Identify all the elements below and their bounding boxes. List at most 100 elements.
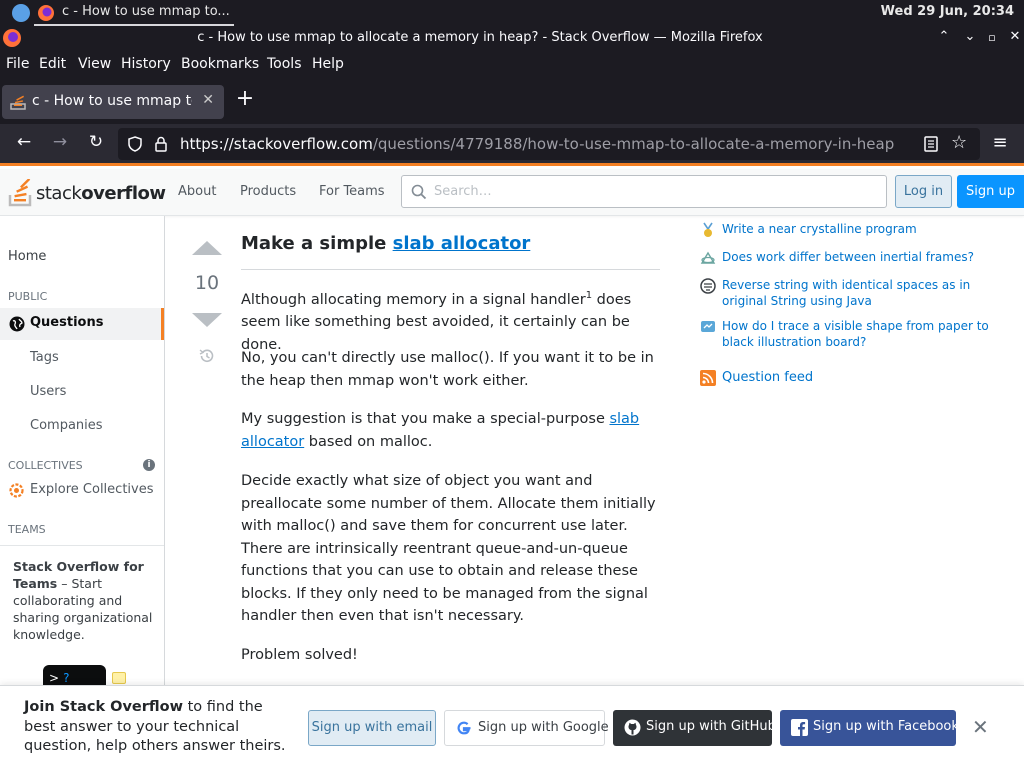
window-titlebar: c - How to use mmap to allocate a memory… xyxy=(0,26,1024,50)
right-sidebar: Write a near crystalline program Does wo… xyxy=(700,216,1024,686)
sidebar-item-home[interactable]: Home xyxy=(8,249,46,264)
sidebar-item-explore-collectives[interactable]: Explore Collectives xyxy=(8,481,163,501)
search-placeholder: Search… xyxy=(434,184,492,199)
sidebar-item-label: Questions xyxy=(30,315,104,330)
globe-icon xyxy=(9,316,25,332)
slab-allocator-link[interactable]: slab allocator xyxy=(393,233,531,254)
system-clock: Wed 29 Jun, 20:34 xyxy=(880,4,1014,19)
restore-icon[interactable]: ⌄ xyxy=(961,29,979,47)
bookmark-star-icon[interactable]: ☆ xyxy=(951,132,967,153)
collectives-icon xyxy=(9,483,24,498)
firefox-icon xyxy=(38,5,54,21)
answer-paragraph: Although allocating memory in a signal h… xyxy=(241,290,632,353)
system-top-bar: c - How to use mmap to... Wed 29 Jun, 20… xyxy=(0,0,1024,26)
hot-question-link: Does work differ between inertial frames… xyxy=(722,250,974,264)
hamburger-menu-icon[interactable]: ≡ xyxy=(987,132,1013,158)
upvote-icon[interactable] xyxy=(191,240,223,256)
sidebar-item-tags[interactable]: Tags xyxy=(30,350,59,365)
signup-github-button[interactable]: Sign up with GitHub xyxy=(613,710,776,746)
question-feed-link[interactable]: Question feed xyxy=(700,370,850,390)
forward-icon[interactable]: → xyxy=(47,132,73,158)
menu-view[interactable]: View xyxy=(78,56,111,72)
sidebar-item-users[interactable]: Users xyxy=(30,384,66,399)
sidebar-item-companies[interactable]: Companies xyxy=(30,418,103,433)
answer-paragraph: Problem solved! xyxy=(241,647,358,663)
sidebar-item-questions[interactable]: Questions xyxy=(0,308,164,340)
nav-for-teams[interactable]: For Teams xyxy=(319,184,385,199)
hot-question-link: How do I trace a visible shape from pape… xyxy=(722,319,989,349)
medal-icon xyxy=(703,222,713,237)
speech-bubble-icon xyxy=(112,672,126,684)
menu-history[interactable]: History xyxy=(121,56,171,72)
search-input[interactable]: Search… xyxy=(401,175,887,208)
rss-icon xyxy=(700,370,716,386)
button-label: Sign up with Google xyxy=(478,720,609,735)
physics-icon xyxy=(700,251,716,264)
nav-about[interactable]: About xyxy=(178,184,216,199)
button-label: Sign up with Facebook xyxy=(813,719,959,734)
teams-promo-text: Stack Overflow for Teams – Start collabo… xyxy=(13,559,153,642)
answer-paragraph: My suggestion is that you make a special… xyxy=(241,411,640,450)
new-tab-icon[interactable]: + xyxy=(232,86,258,116)
hot-question-item[interactable]: Reverse string with identical spaces as … xyxy=(700,277,1010,313)
sidebar-public-header: PUBLIC xyxy=(8,290,48,303)
taskbar-firefox-item[interactable]: c - How to use mmap to... xyxy=(34,0,234,26)
history-icon[interactable] xyxy=(198,347,216,365)
question-feed-label: Question feed xyxy=(722,370,814,385)
close-banner-icon[interactable]: ✕ xyxy=(972,715,989,739)
tab-strip: c - How to use mmap to a ✕ + xyxy=(0,80,1024,124)
answer-paragraph: Decide exactly what size of object you w… xyxy=(241,473,656,624)
reload-icon[interactable]: ↻ xyxy=(83,132,109,158)
signup-facebook-button[interactable]: Sign up with Facebook xyxy=(780,710,959,746)
hot-question-item[interactable]: Write a near crystalline program xyxy=(700,221,1010,241)
logo-wordmark: stackoverflow xyxy=(36,183,166,204)
signup-email-button[interactable]: Sign up with email xyxy=(308,710,436,746)
teams-promo: Stack Overflow for Teams – Start collabo… xyxy=(0,545,164,697)
url-text: https://stackoverflow.com/questions/4779… xyxy=(180,135,895,153)
menu-tools[interactable]: Tools xyxy=(267,56,302,72)
github-icon xyxy=(624,719,641,736)
downvote-icon[interactable] xyxy=(191,312,223,328)
google-icon xyxy=(457,721,471,735)
menu-edit[interactable]: Edit xyxy=(39,56,66,72)
activities-icon[interactable] xyxy=(12,4,30,22)
window-title: c - How to use mmap to allocate a memory… xyxy=(197,30,763,45)
browser-tab[interactable]: c - How to use mmap to a ✕ xyxy=(2,85,224,119)
signup-google-button[interactable]: Sign up with Google xyxy=(444,710,609,746)
navigation-bar: ← → ↻ https://stackoverflow.com/question… xyxy=(0,124,1024,166)
hot-question-item[interactable]: How do I trace a visible shape from pape… xyxy=(700,318,1010,354)
close-tab-icon[interactable]: ✕ xyxy=(202,92,214,108)
lock-icon[interactable] xyxy=(154,136,168,152)
taskbar-item-label: c - How to use mmap to... xyxy=(62,4,230,19)
code-review-icon xyxy=(700,278,716,294)
address-bar[interactable]: https://stackoverflow.com/questions/4779… xyxy=(118,128,980,160)
menu-help[interactable]: Help xyxy=(312,56,344,72)
back-icon[interactable]: ← xyxy=(11,132,37,158)
hot-question-link: Reverse string with identical spaces as … xyxy=(722,278,971,308)
stackoverflow-favicon-icon xyxy=(10,95,26,110)
divider xyxy=(241,269,660,270)
stackoverflow-logo-icon xyxy=(8,179,32,207)
info-icon[interactable]: i xyxy=(143,459,155,471)
login-button[interactable]: Log in xyxy=(895,175,952,208)
menu-file[interactable]: File xyxy=(6,56,29,72)
nav-products[interactable]: Products xyxy=(240,184,296,199)
reader-view-icon[interactable] xyxy=(924,136,938,152)
hot-question-item[interactable]: Does work differ between inertial frames… xyxy=(700,249,1010,269)
tab-title: c - How to use mmap to a xyxy=(32,93,192,109)
signup-banner: Join Stack Overflow to find the best ans… xyxy=(0,685,1024,768)
sidebar-collectives-header: COLLECTIVES xyxy=(8,459,83,472)
maximize-icon[interactable]: ▫ xyxy=(983,31,1001,49)
button-label: Sign up with GitHub xyxy=(646,719,776,734)
signup-button[interactable]: Sign up xyxy=(957,175,1024,208)
left-sidebar: Home PUBLIC Questions Tags Users Compani… xyxy=(0,216,165,697)
sidebar-teams-header: TEAMS xyxy=(8,523,46,536)
minimize-icon[interactable]: ⌃ xyxy=(935,29,953,47)
menu-bookmarks[interactable]: Bookmarks xyxy=(181,56,259,72)
banner-text: Join Stack Overflow to find the best ans… xyxy=(24,699,286,754)
close-window-icon[interactable]: ✕ xyxy=(1006,29,1024,47)
menu-bar: File Edit View History Bookmarks Tools H… xyxy=(0,50,1024,80)
sidebar-item-label: Explore Collectives xyxy=(30,482,154,497)
shield-icon[interactable] xyxy=(127,136,143,152)
stackoverflow-logo[interactable]: stackoverflow xyxy=(8,175,166,209)
